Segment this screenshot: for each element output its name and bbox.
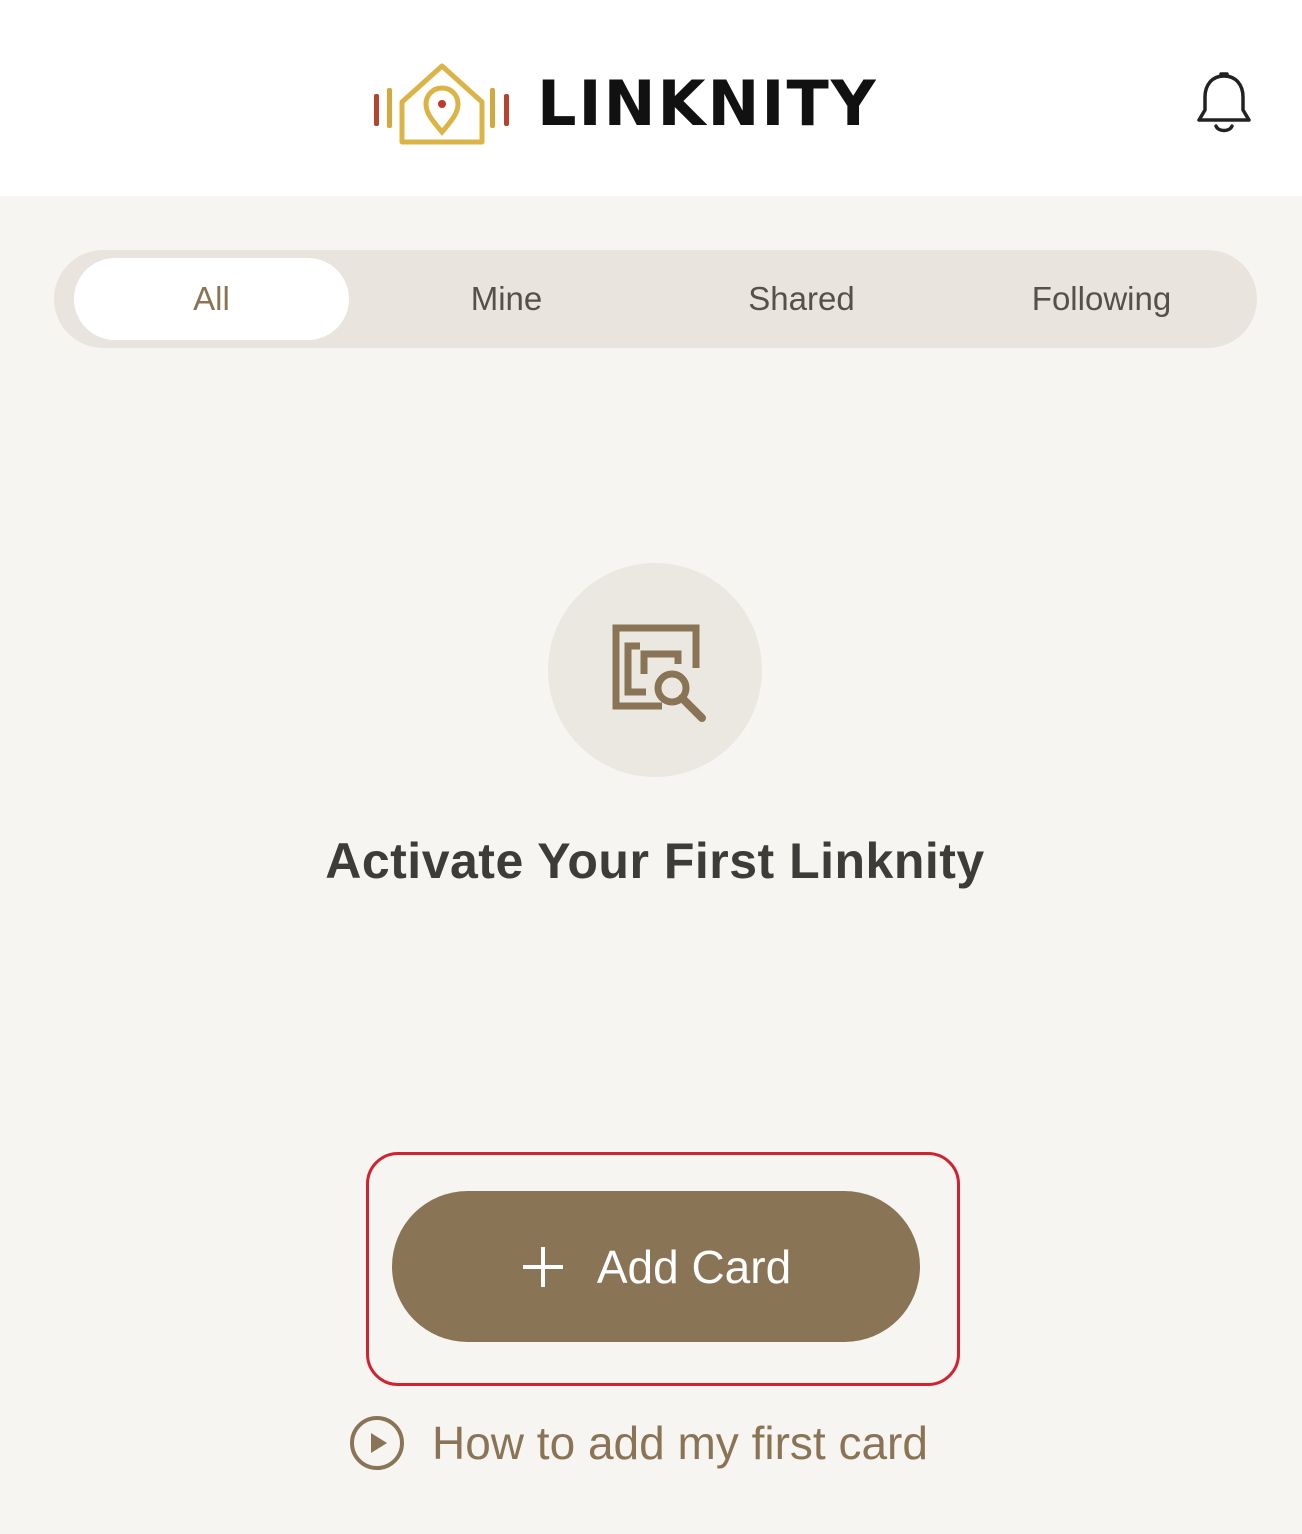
brand-logo: LINKNITY [370,58,878,150]
tab-shared-label: Shared [748,280,855,317]
empty-state-title: Activate Your First Linknity [325,833,985,889]
brand-name: LINKNITY [537,67,878,140]
tab-mine-label: Mine [470,280,543,317]
card-search-icon [612,624,706,722]
howto-label: How to add my first card [432,1417,928,1469]
play-circle-icon [350,1416,404,1470]
bell-icon[interactable] [1194,70,1254,136]
tab-following-label: Following [1031,280,1172,317]
tab-all[interactable]: All [74,258,349,340]
add-card-button[interactable]: Add Card [392,1191,920,1342]
howto-link[interactable]: How to add my first card [348,1410,928,1476]
logo-mark-icon [374,63,509,145]
tab-shared[interactable]: Shared [664,258,939,340]
tab-mine[interactable]: Mine [369,258,644,340]
tab-all-label: All [193,280,230,317]
add-card-label: Add Card [596,1240,792,1293]
app-header: LINKNITY [0,0,1302,196]
tab-following[interactable]: Following [959,258,1244,340]
plus-icon [522,1246,563,1287]
filter-tabs: All Mine Shared Following [54,250,1257,348]
